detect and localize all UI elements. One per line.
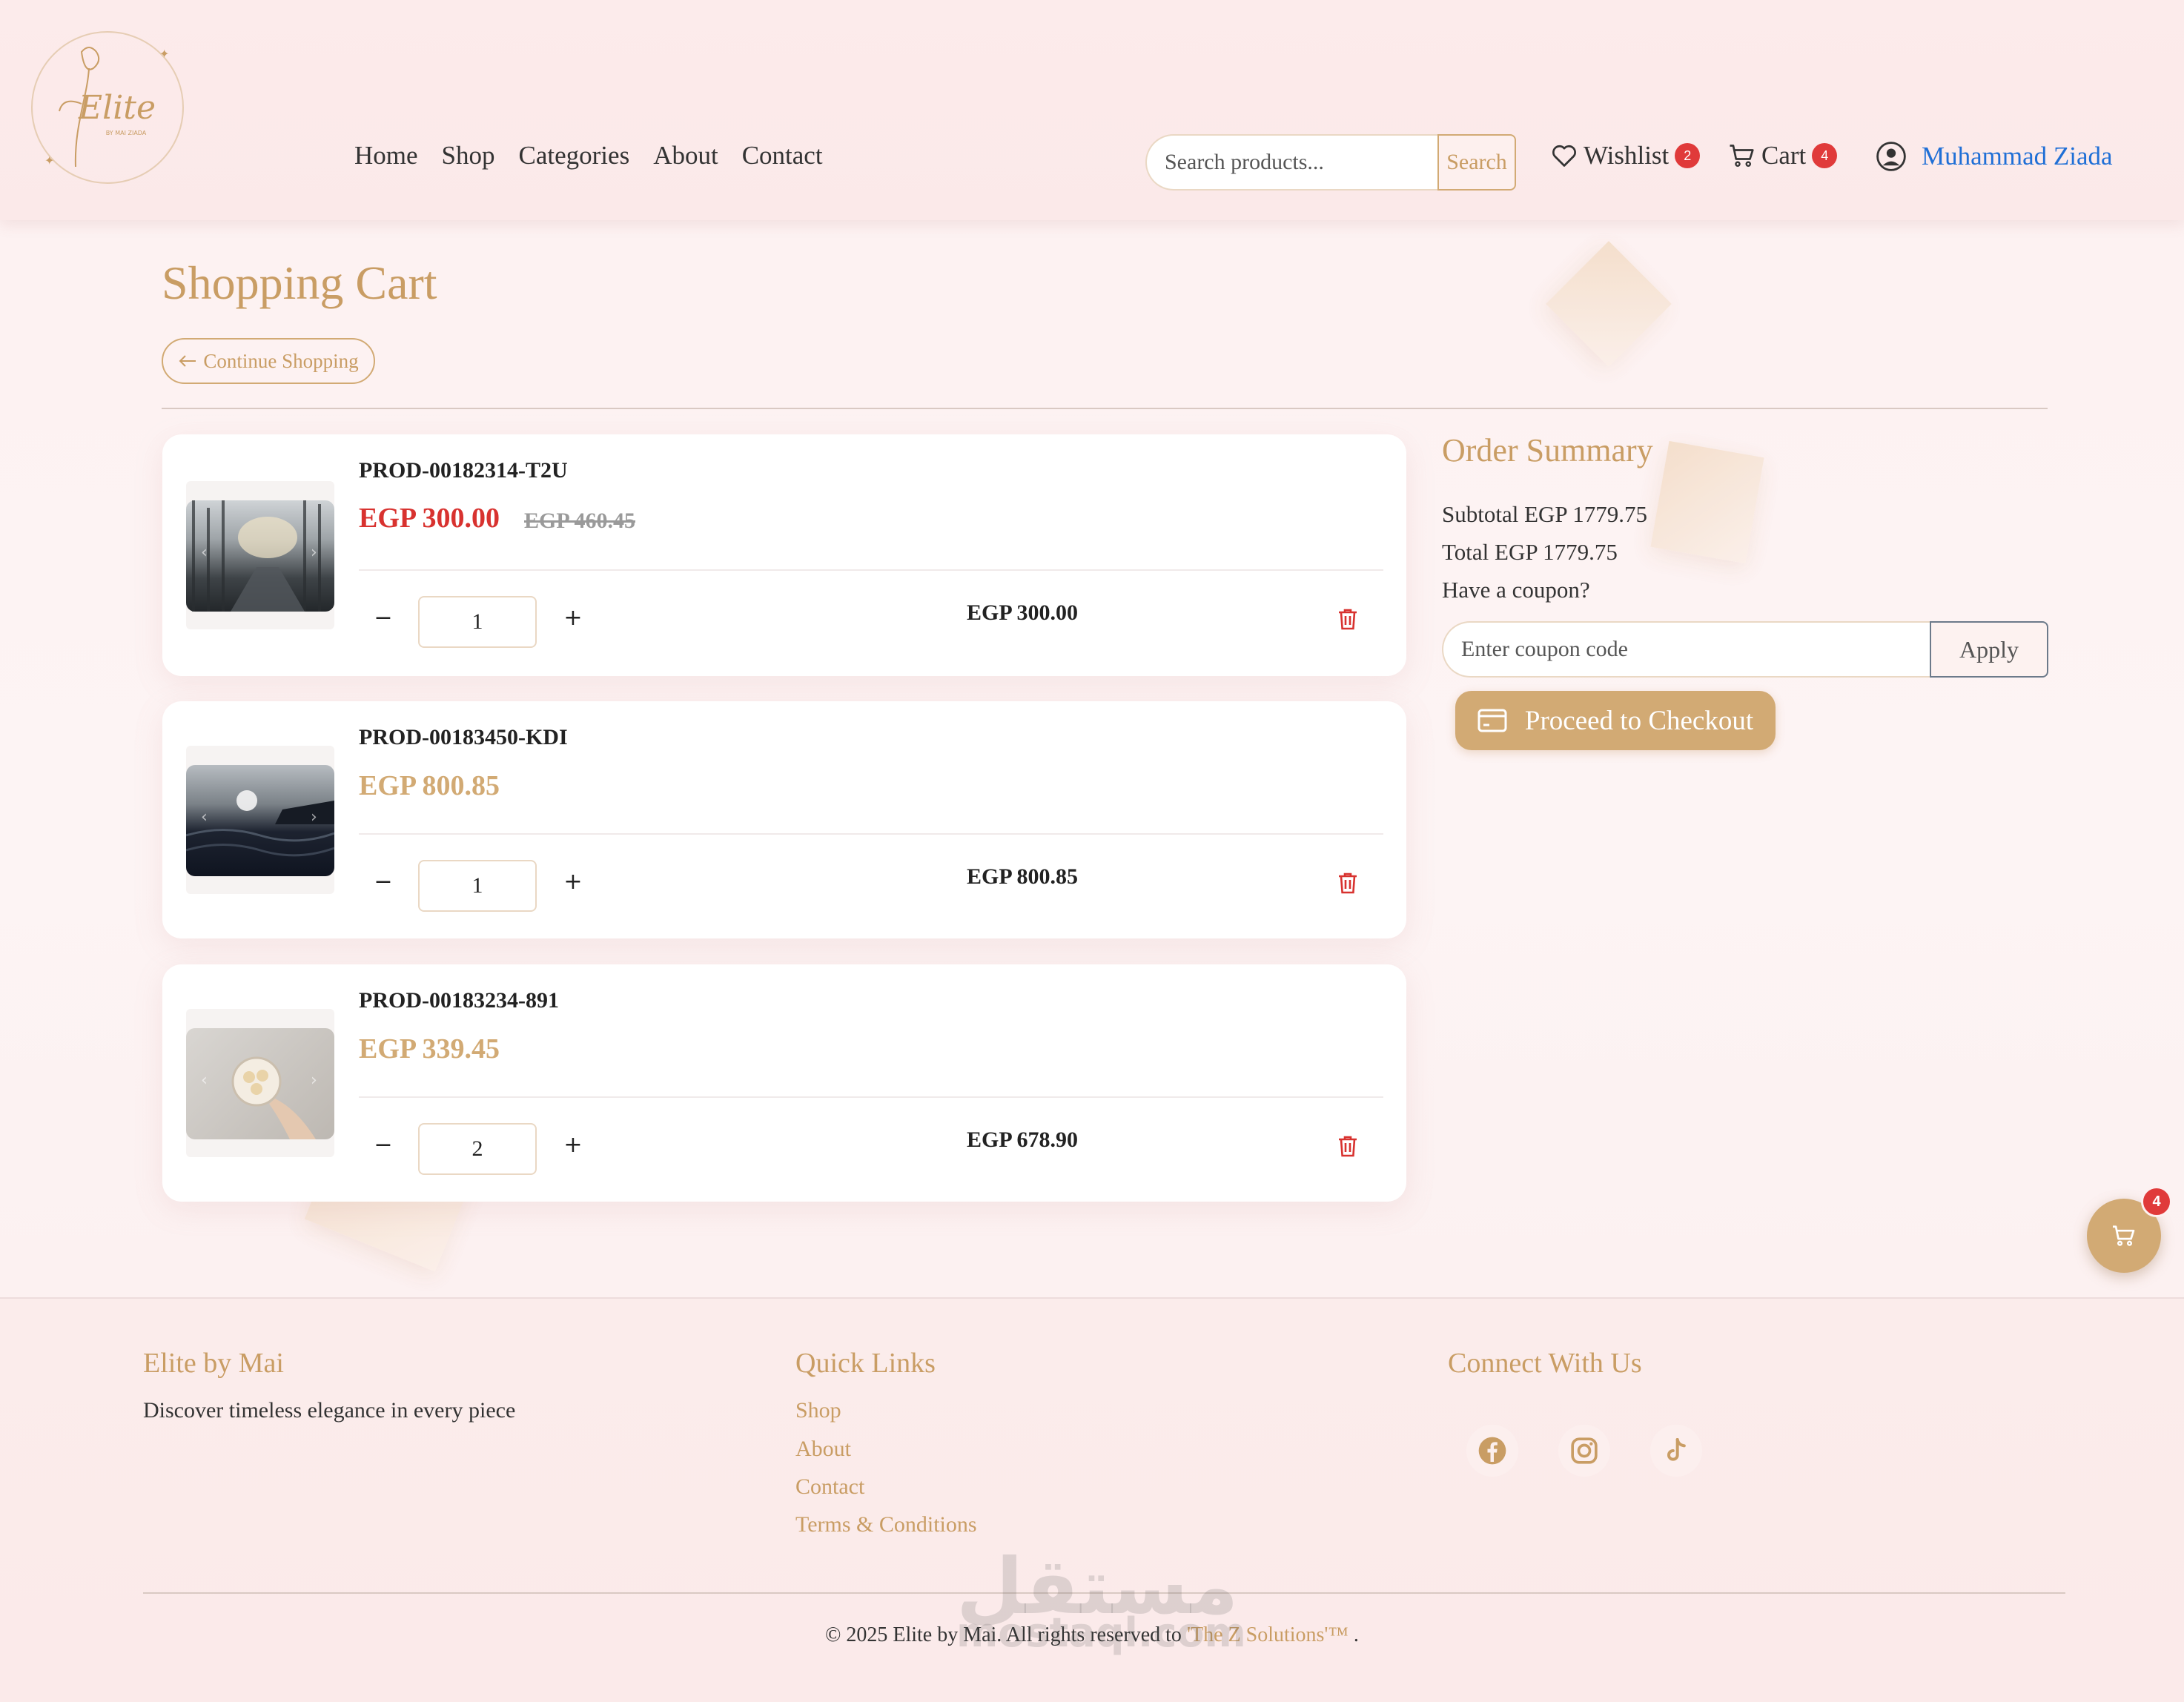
product-name[interactable]: PROD-00183450-KDI: [359, 725, 568, 750]
image-next-icon[interactable]: ›: [311, 543, 317, 562]
instagram-link[interactable]: [1558, 1425, 1610, 1477]
image-prev-icon[interactable]: ‹: [201, 543, 208, 562]
heart-icon: [1552, 145, 1576, 167]
cart-link[interactable]: Cart 4: [1729, 141, 1838, 170]
user-menu[interactable]: Muhammad Ziada: [1876, 141, 2113, 172]
instagram-icon: [1571, 1437, 1598, 1464]
quantity-input[interactable]: [418, 596, 537, 648]
quantity-decrease-button[interactable]: −: [368, 1132, 398, 1158]
apply-coupon-button[interactable]: Apply: [1930, 621, 2048, 678]
image-prev-icon[interactable]: ‹: [201, 808, 208, 827]
quantity-decrease-button[interactable]: −: [368, 869, 398, 895]
divider: [359, 833, 1383, 835]
search-button[interactable]: Search: [1437, 134, 1516, 191]
user-avatar-icon: [1876, 142, 1906, 171]
footer-link-about[interactable]: About: [795, 1437, 851, 1462]
image-next-icon[interactable]: ›: [311, 808, 317, 827]
continue-shopping-button[interactable]: Continue Shopping: [162, 338, 375, 384]
footer-links-title: Quick Links: [795, 1348, 936, 1379]
floating-cart-badge: 4: [2141, 1186, 2172, 1217]
checkout-label: Proceed to Checkout: [1524, 705, 1754, 736]
quantity-input[interactable]: [418, 860, 537, 912]
tiktok-icon: [1667, 1438, 1686, 1461]
divider: [359, 569, 1383, 571]
footer-link-shop[interactable]: Shop: [795, 1398, 841, 1423]
wishlist-count-badge: 2: [1675, 143, 1701, 168]
wishlist-label: Wishlist: [1584, 141, 1670, 170]
nav-about[interactable]: About: [653, 141, 718, 170]
order-summary-title: Order Summary: [1442, 432, 1653, 468]
cart-icon: [2113, 1225, 2135, 1246]
image-prev-icon[interactable]: ‹: [201, 1071, 208, 1090]
product-image[interactable]: ‹ ›: [186, 746, 334, 894]
search-input[interactable]: [1145, 134, 1437, 191]
tiktok-link[interactable]: [1650, 1425, 1702, 1477]
footer-brand-title: Elite by Mai: [143, 1348, 284, 1379]
facebook-link[interactable]: [1466, 1425, 1518, 1477]
subtotal-text: Subtotal EGP 1779.75: [1442, 501, 1648, 527]
total-text: Total EGP 1779.75: [1442, 539, 1618, 565]
decor-shape: [1546, 241, 1672, 367]
trash-icon[interactable]: [1337, 608, 1358, 630]
coupon-question: Have a coupon?: [1442, 577, 1590, 603]
svg-text:✦: ✦: [44, 153, 54, 168]
divider: [359, 1096, 1383, 1098]
quantity-decrease-button[interactable]: −: [368, 605, 398, 631]
cart-item: ‹ › PROD-00182314-T2U EGP 300.00 EGP 460…: [162, 434, 1406, 676]
line-total: EGP 678.90: [966, 1128, 1078, 1152]
brand-logo[interactable]: Elite BY MAI ZIADA ✦ ✦: [30, 30, 185, 185]
image-next-icon[interactable]: ›: [311, 1071, 317, 1090]
product-image[interactable]: ‹ ›: [186, 481, 334, 629]
nav-contact[interactable]: Contact: [742, 141, 823, 170]
svg-text:✦: ✦: [159, 47, 169, 61]
line-total: EGP 800.85: [966, 864, 1078, 889]
continue-shopping-label: Continue Shopping: [203, 349, 359, 372]
coupon-input[interactable]: [1442, 621, 1931, 678]
logo-text: Elite: [78, 89, 156, 127]
cart-item: ‹ › PROD-00183450-KDI EGP 800.85 − + EGP…: [162, 701, 1406, 938]
product-name[interactable]: PROD-00182314-T2U: [359, 458, 568, 483]
line-total: EGP 300.00: [966, 600, 1078, 625]
divider: [162, 408, 2048, 409]
quantity-input[interactable]: [418, 1123, 537, 1175]
arrow-left-icon: [179, 355, 196, 367]
footer-link-terms[interactable]: Terms & Conditions: [795, 1512, 977, 1537]
product-price: EGP 800.85: [359, 770, 500, 801]
user-name-link[interactable]: Muhammad Ziada: [1922, 142, 2113, 171]
credit-card-icon: [1477, 709, 1507, 732]
quantity-increase-button[interactable]: +: [558, 605, 588, 631]
facebook-icon: [1478, 1437, 1506, 1465]
footer-link-contact[interactable]: Contact: [795, 1474, 864, 1500]
footer-tagline: Discover timeless elegance in every piec…: [143, 1398, 516, 1423]
nav-categories[interactable]: Categories: [519, 141, 630, 170]
search-bar: Search: [1145, 134, 1516, 191]
product-sale-price: EGP 300.00: [359, 503, 500, 534]
logo-subtext: BY MAI ZIADA: [106, 130, 147, 136]
product-price: EGP 339.45: [359, 1033, 500, 1064]
decor-shape: [1650, 440, 1764, 564]
nav-shop[interactable]: Shop: [442, 141, 495, 170]
cart-count-badge: 4: [1812, 143, 1838, 168]
watermark: مستقل mostaql.com: [956, 1541, 1246, 1656]
cart-item: ‹ › PROD-00183234-891 EGP 339.45 − + EGP…: [162, 964, 1406, 1202]
trash-icon[interactable]: [1337, 872, 1358, 894]
quantity-increase-button[interactable]: +: [558, 1132, 588, 1158]
nav-home[interactable]: Home: [354, 141, 418, 170]
cart-icon: [1730, 145, 1754, 167]
product-name[interactable]: PROD-00183234-891: [359, 988, 559, 1013]
page-title: Shopping Cart: [162, 256, 437, 309]
main-nav: Home Shop Categories About Contact: [354, 141, 823, 170]
product-original-price: EGP 460.45: [524, 509, 636, 533]
cart-label: Cart: [1761, 141, 1807, 170]
quantity-increase-button[interactable]: +: [558, 869, 588, 895]
site-header: Elite BY MAI ZIADA ✦ ✦ Home Shop Categor…: [0, 0, 2184, 220]
wishlist-link[interactable]: Wishlist 2: [1551, 141, 1701, 170]
proceed-to-checkout-button[interactable]: Proceed to Checkout: [1455, 691, 1776, 750]
trash-icon[interactable]: [1337, 1135, 1358, 1157]
product-image[interactable]: ‹ ›: [186, 1009, 334, 1157]
footer-connect-title: Connect With Us: [1448, 1348, 1642, 1379]
